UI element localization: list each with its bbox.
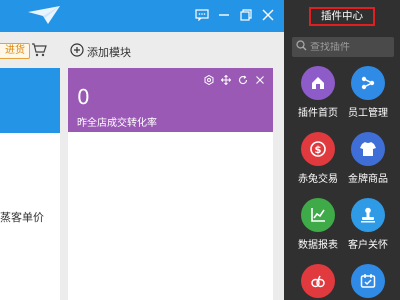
plugin-label: 数据报表 <box>298 240 338 251</box>
plugin-item-goods[interactable]: 金牌商品 <box>340 132 396 185</box>
plugin-item-home[interactable]: 插件首页 <box>290 66 346 119</box>
settings-icon[interactable] <box>204 75 214 85</box>
card-label: 昨全店成交转化率 <box>77 118 157 129</box>
close-icon[interactable] <box>260 7 276 23</box>
left-blue-card[interactable] <box>0 68 60 133</box>
plugin-label: 金牌商品 <box>348 174 388 185</box>
paper-plane-logo-icon <box>26 4 62 29</box>
link-icon <box>301 264 335 298</box>
stock-tag[interactable]: 进货 <box>0 43 30 59</box>
plugin-item-reports[interactable]: 数据报表 <box>290 198 346 251</box>
home-icon <box>301 66 335 100</box>
card-value: 0 <box>77 85 90 109</box>
svg-text:$: $ <box>315 145 322 156</box>
calendar-icon <box>351 264 385 298</box>
card-body-panel <box>68 132 273 300</box>
plugin-item-7[interactable] <box>290 264 346 298</box>
plugin-label: 赤兔交易 <box>298 174 338 185</box>
search-icon <box>296 40 307 54</box>
minimize-icon[interactable] <box>216 7 232 23</box>
move-icon[interactable] <box>221 75 231 85</box>
shirt-icon <box>351 132 385 166</box>
plus-circle-icon <box>70 43 84 60</box>
dollar-icon: $ <box>301 132 335 166</box>
plugin-sidebar: 插件中心 插件首页 员工管理 $ 赤兔交易 金牌商品 数据 <box>284 0 400 300</box>
refresh-icon[interactable] <box>238 75 248 85</box>
stamp-icon <box>351 198 385 232</box>
plugin-label: 客户关怀 <box>348 240 388 251</box>
restore-icon[interactable] <box>238 7 254 23</box>
toolbar: 进货 添加模块 <box>0 32 284 68</box>
plugin-search-box[interactable] <box>292 37 394 57</box>
sidebar-title[interactable]: 插件中心 <box>309 7 375 26</box>
chart-icon <box>301 198 335 232</box>
share-icon <box>351 66 385 100</box>
plugin-item-staff[interactable]: 员工管理 <box>340 66 396 119</box>
message-icon[interactable] <box>194 7 210 23</box>
plugin-item-8[interactable] <box>340 264 396 298</box>
cart-icon[interactable] <box>31 43 47 60</box>
add-module-label: 添加模块 <box>87 45 131 59</box>
plugin-item-trade[interactable]: $ 赤兔交易 <box>290 132 346 185</box>
title-bar <box>0 0 284 32</box>
left-panel: 蒸客单价 <box>0 133 60 300</box>
conversion-rate-card[interactable]: 0 昨全店成交转化率 <box>68 68 273 132</box>
plugin-search-input[interactable] <box>310 41 390 53</box>
plugin-label: 插件首页 <box>298 108 338 119</box>
plugin-item-customer-care[interactable]: 客户关怀 <box>340 198 396 251</box>
plugin-label: 员工管理 <box>348 108 388 119</box>
card-close-icon[interactable] <box>255 75 265 85</box>
left-panel-text: 蒸客单价 <box>0 211 44 224</box>
add-module-button[interactable]: 添加模块 <box>70 43 131 60</box>
